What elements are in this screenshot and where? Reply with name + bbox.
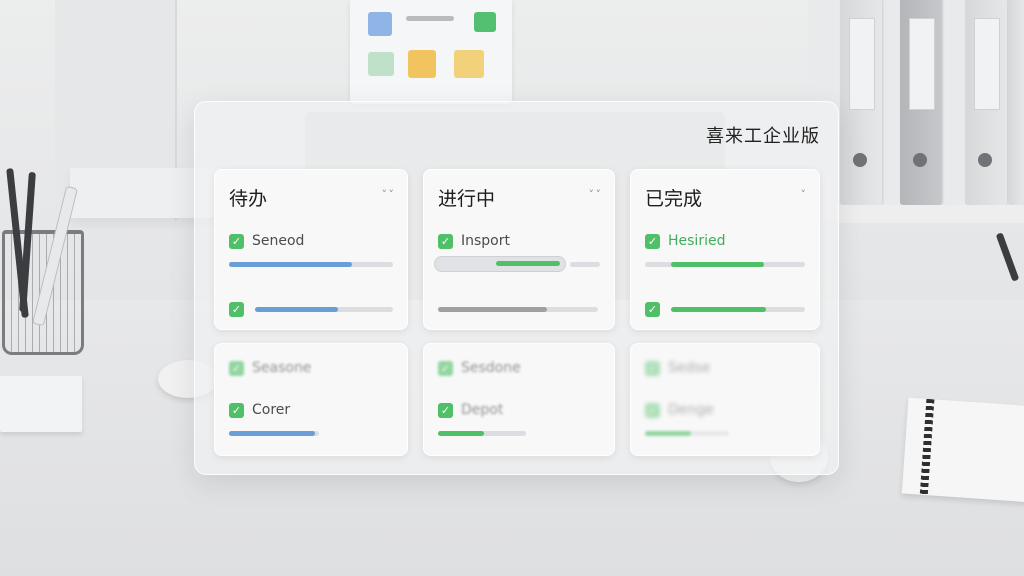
column-card-todo-lower[interactable]: ✓ Seasone ✓ Corer (214, 343, 408, 456)
binder (1008, 0, 1024, 205)
binder-shelf-board (836, 205, 1024, 223)
chevron-down-icon[interactable]: ˅ ˅ (589, 188, 601, 201)
sticky-note (368, 52, 394, 76)
task-label: Denge (668, 402, 714, 418)
progress-fill (496, 261, 560, 266)
chevron-down-icon[interactable]: ˅ ˅ (382, 188, 394, 201)
progress-track (229, 431, 319, 436)
column-title: 进行中 (438, 188, 496, 210)
task-item[interactable]: ✓ Seasone (229, 359, 311, 377)
progress-fill (229, 431, 315, 436)
note-pad (0, 376, 82, 432)
sticky-note (474, 12, 496, 32)
checkbox-icon[interactable]: ✓ (438, 360, 453, 376)
column-title: 待办 (229, 188, 268, 210)
kanban-panel: 喜来工企业版 待办 ˅ ˅ ✓ Seneod ✓ ✓ Seasone ✓ Cor… (194, 101, 839, 475)
task-item[interactable]: ✓ (645, 300, 660, 318)
progress-fill (438, 431, 484, 436)
task-label: Hesiried (668, 233, 726, 249)
checkbox-icon[interactable]: ✓ (229, 360, 244, 376)
progress-fill (229, 262, 352, 267)
binder (965, 0, 1007, 205)
task-item[interactable]: ✓ Depot (438, 401, 503, 419)
note-line (406, 16, 454, 21)
progress-fill (438, 307, 547, 312)
progress-fill (671, 262, 764, 267)
progress-track (229, 262, 393, 267)
task-item[interactable]: ✓ Sesdone (438, 359, 521, 377)
progress-track (645, 431, 729, 436)
progress-track (645, 262, 805, 267)
progress-track (438, 307, 598, 312)
pinboard (350, 0, 512, 104)
drag-handle[interactable] (434, 256, 566, 272)
column-card-done-lower[interactable]: ✓ Sedse ✓ Denge (630, 343, 820, 456)
column-card-done[interactable]: 已完成 ˅ ✓ Hesiried ✓ (630, 169, 820, 330)
checkbox-icon[interactable]: ✓ (645, 301, 660, 317)
checkbox-icon[interactable]: ✓ (645, 233, 660, 249)
column-title: 已完成 (645, 188, 703, 210)
task-label: Seasone (252, 360, 312, 376)
task-label: Sesdone (461, 360, 521, 376)
sticky-note (408, 50, 436, 78)
task-item[interactable]: ✓ Denge (645, 401, 714, 419)
brand-title: 喜来工企业版 (706, 126, 820, 147)
task-item[interactable]: ✓ Sedse (645, 359, 710, 377)
binder (900, 0, 942, 205)
progress-track (438, 431, 526, 436)
task-item[interactable]: ✓ Corer (229, 401, 290, 419)
checkbox-icon[interactable]: ✓ (229, 301, 244, 317)
progress-fill (255, 307, 338, 312)
progress-track (255, 307, 393, 312)
progress-fill (645, 431, 692, 436)
column-card-in-progress-lower[interactable]: ✓ Sesdone ✓ Depot (423, 343, 615, 456)
task-label: Corer (252, 402, 291, 418)
task-item[interactable]: ✓ (229, 300, 244, 318)
column-card-in-progress[interactable]: 进行中 ˅ ˅ ✓ Insport (423, 169, 615, 330)
checkbox-icon[interactable]: ✓ (438, 402, 453, 418)
task-item[interactable]: ✓ Seneod (229, 232, 304, 250)
progress-track (671, 307, 805, 312)
checkbox-icon[interactable]: ✓ (229, 233, 244, 249)
progress-fill (671, 307, 767, 312)
task-label: Insport (461, 233, 510, 249)
checkbox-icon[interactable]: ✓ (229, 402, 244, 418)
progress-track (570, 262, 600, 267)
task-item[interactable]: ✓ Insport (438, 232, 510, 250)
checkbox-icon[interactable]: ✓ (645, 402, 660, 418)
sticky-note (368, 12, 392, 36)
column-card-todo[interactable]: 待办 ˅ ˅ ✓ Seneod ✓ (214, 169, 408, 330)
chevron-down-icon[interactable]: ˅ (801, 188, 806, 201)
sticky-note (454, 50, 484, 78)
checkbox-icon[interactable]: ✓ (645, 360, 660, 376)
binder (840, 0, 882, 205)
task-label: Depot (461, 402, 504, 418)
notebook (901, 397, 1024, 503)
task-item[interactable]: ✓ Hesiried (645, 232, 725, 250)
checkbox-icon[interactable]: ✓ (438, 233, 453, 249)
binder-shelf (808, 0, 1024, 220)
task-label: Sedse (668, 360, 711, 376)
task-label: Seneod (252, 233, 305, 249)
